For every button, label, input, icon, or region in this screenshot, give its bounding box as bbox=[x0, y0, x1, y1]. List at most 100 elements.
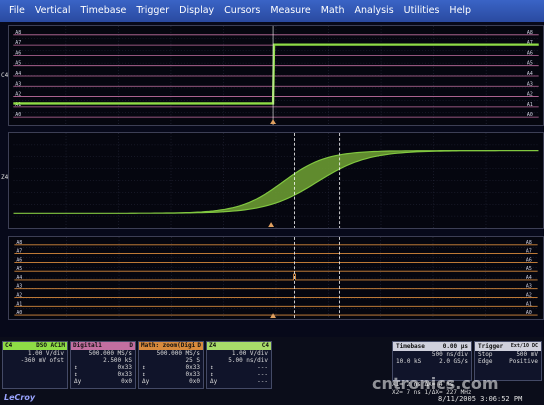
trace-label-left: A7 bbox=[16, 249, 22, 255]
waveform-panel-bottom[interactable]: A8 A8 A7 A7 A6 A6 A5 A5 A4 A4 A3 A3 A2 A2 A1 A1 A0 A0 bbox=[8, 236, 544, 320]
trigger-level: 500 mV bbox=[516, 351, 538, 358]
trace-label-right: A1 bbox=[527, 102, 533, 108]
date-time: 8/11/2005 3:06:52 PM bbox=[438, 395, 523, 403]
info-bar: C4 DSO AC1M 1.00 V/div -360 mV ofst Digi… bbox=[0, 337, 544, 405]
bottom-grid: A8 A8 A7 A7 A6 A6 A5 A5 A4 A4 A3 A3 A2 A2 A1 A1 A0 A0 bbox=[14, 237, 538, 319]
trace-label-left: A3 bbox=[15, 81, 21, 87]
trace-label-left: A6 bbox=[15, 50, 21, 56]
trace-label-right: A0 bbox=[526, 310, 532, 316]
channel-c4-badges: DSO AC1M bbox=[36, 342, 65, 349]
trace-label-left: A0 bbox=[15, 112, 21, 118]
math-badge: D bbox=[197, 342, 201, 349]
z4-r4: --- bbox=[257, 371, 268, 378]
timebase-label: Timebase bbox=[396, 343, 425, 350]
math-pts: 25 S bbox=[185, 357, 200, 364]
channel-c4-box[interactable]: C4 DSO AC1M 1.00 V/div -360 mV ofst bbox=[2, 341, 68, 389]
channel-digital-box[interactable]: Digital1 D 500.000 MS/s 2.500 kS ↕ 0x33 ↕… bbox=[70, 341, 136, 389]
digital-dy: Δy bbox=[74, 378, 82, 385]
digital-rate: 500.000 MS/s bbox=[88, 350, 132, 357]
menu-file[interactable]: File bbox=[4, 0, 30, 22]
trigger-mode: Stop bbox=[478, 351, 493, 358]
trace-label-right: A6 bbox=[527, 50, 533, 56]
math-r5: 0x0 bbox=[189, 378, 200, 385]
math-r4: 0x33 bbox=[185, 371, 200, 378]
trace-label-right: A1 bbox=[526, 301, 532, 307]
lecroy-logo: LeCroy bbox=[4, 393, 36, 402]
menu-help[interactable]: Help bbox=[444, 0, 476, 22]
trigger-slope: Positive bbox=[509, 358, 538, 365]
z4-badge: C4 bbox=[261, 342, 269, 349]
zoom-grid bbox=[13, 133, 539, 228]
z4-tdiv: 5.00 ns/div bbox=[228, 357, 268, 364]
channel-math-box[interactable]: Math: zoom(Digi D 500.000 MS/s 25 S ↕ 0x3… bbox=[138, 341, 204, 389]
trace-label-right: A6 bbox=[526, 257, 532, 263]
trace-label-right: A8 bbox=[527, 30, 533, 36]
menu-measure[interactable]: Measure bbox=[265, 0, 315, 22]
trigger-marker bbox=[270, 313, 276, 319]
trace-label-left: A8 bbox=[16, 240, 22, 246]
top-grid: A8 A8A7 A7A6 A6A5 A5A4 A4A3 A3A2 A2A1 A1A0 A0 bbox=[13, 26, 539, 125]
timebase-div: 500 ns/div bbox=[431, 351, 468, 358]
channel-c4-vdiv: 1.00 V/div bbox=[27, 350, 64, 357]
trace-label-right: A2 bbox=[527, 92, 533, 98]
channel-c4-name: C4 bbox=[5, 342, 13, 349]
menu-trigger[interactable]: Trigger bbox=[131, 0, 174, 22]
z4-vdiv: 1.00 V/div bbox=[231, 350, 268, 357]
timebase-rate: 2.0 GS/s bbox=[439, 358, 468, 365]
menu-utilities[interactable]: Utilities bbox=[399, 0, 445, 22]
trace-label-right: A4 bbox=[526, 275, 532, 281]
trace-label-right: A0 bbox=[527, 112, 533, 118]
menu-vertical[interactable]: Vertical bbox=[30, 0, 76, 22]
channel-z4-box[interactable]: Z4 C4 1.00 V/div 5.00 ns/div ↕ --- ↕ --- Δ… bbox=[206, 341, 272, 389]
menu-cursors[interactable]: Cursors bbox=[219, 0, 265, 22]
z4-dy: Δy bbox=[210, 378, 218, 385]
channel-c4-offset: -360 mV ofst bbox=[20, 357, 64, 364]
menu-display[interactable]: Display bbox=[174, 0, 219, 22]
digital-name: Digital1 bbox=[73, 342, 102, 349]
math-name: Math: zoom(Digi bbox=[141, 342, 196, 349]
math-r3: 0x33 bbox=[185, 364, 200, 371]
waveform-panel-zoom[interactable] bbox=[8, 132, 544, 229]
trace-label-left: A6 bbox=[16, 257, 22, 263]
z4-marker: Z4 bbox=[1, 174, 9, 181]
trace-label-left: A2 bbox=[16, 293, 22, 299]
menu-timebase[interactable]: Timebase bbox=[75, 0, 131, 22]
watermark: cntronics.com bbox=[372, 374, 499, 393]
trace-label-right: A7 bbox=[526, 249, 532, 255]
trace-label-left: A3 bbox=[16, 284, 22, 290]
waveform-panel-top[interactable]: A8 A8 A7 A7 A6 A6 A5 A5 A4 A4 A3 A3 A2 A2 A1 A1 A0 A0 bbox=[8, 25, 544, 126]
trace-label-right: A4 bbox=[527, 71, 533, 77]
trace-label-left: A0 bbox=[16, 310, 22, 316]
digital-r4: 0x33 bbox=[117, 371, 132, 378]
timebase-value: 0.00 µs bbox=[442, 343, 468, 350]
menu-analysis[interactable]: Analysis bbox=[350, 0, 399, 22]
menu-math[interactable]: Math bbox=[316, 0, 350, 22]
z4-r5: --- bbox=[257, 378, 268, 385]
trace-label-left: A8 bbox=[15, 30, 21, 36]
digital-r5: 0x0 bbox=[121, 378, 132, 385]
trace-label-left: A4 bbox=[15, 71, 21, 77]
trace-label-right: A3 bbox=[526, 284, 532, 290]
trace-label-left: A5 bbox=[15, 61, 21, 67]
trace-label-right: A2 bbox=[526, 293, 532, 299]
trigger-badge: Ext/10 DC bbox=[510, 343, 538, 349]
oscilloscope-screen: File Vertical Timebase Trigger Display Cursor… bbox=[0, 0, 544, 405]
z4-r3: --- bbox=[257, 364, 268, 371]
menu-bar: File Vertical Timebase Trigger Display Cursor… bbox=[0, 0, 544, 22]
trace-label-left: A5 bbox=[16, 266, 22, 272]
digital-badge: D bbox=[129, 342, 133, 349]
trace-label-left: A4 bbox=[16, 275, 22, 281]
trigger-label: Trigger bbox=[478, 343, 504, 350]
z4-name: Z4 bbox=[209, 342, 217, 349]
c4-marker: C4 bbox=[1, 72, 9, 79]
trace-label-left: A2 bbox=[15, 92, 21, 98]
math-rate: 500.000 MS/s bbox=[156, 350, 200, 357]
math-dy: Δy bbox=[142, 378, 150, 385]
timebase-pts: 10.0 kS bbox=[396, 358, 422, 365]
digital-zoom-trace bbox=[14, 273, 538, 281]
trigger-type: Edge bbox=[478, 358, 493, 365]
digital-pts: 2.500 kS bbox=[103, 357, 132, 364]
trigger-marker bbox=[270, 119, 276, 125]
trace-label-right: A8 bbox=[526, 240, 532, 246]
trace-label-right: A3 bbox=[527, 81, 533, 87]
